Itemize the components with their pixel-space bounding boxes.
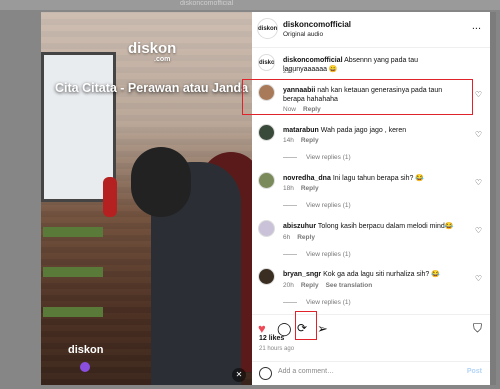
brand-dot-icon [80, 362, 90, 372]
avatar[interactable] [258, 124, 275, 141]
like-comment-icon[interactable]: ♡ [475, 178, 482, 187]
mute-icon[interactable]: ✕ [232, 368, 246, 382]
action-bar: ♥ ◯ ⟳ ➢ ⛉ [252, 314, 490, 342]
likes-count[interactable]: 12 likes [259, 335, 284, 342]
view-replies-button[interactable]: View replies (1) [283, 154, 351, 161]
comment-item: abiszuhur Tolong kasih berpacu dalam mel… [252, 218, 490, 264]
comment-text: novredha_dna Ini lagu tahun berapa sih? … [283, 174, 463, 183]
view-replies-button[interactable]: View replies (1) [283, 251, 351, 258]
comment-body: Wah pada jago jago , keren [320, 127, 407, 134]
comment-time: 14h [283, 137, 294, 144]
comment-text: abiszuhur Tolong kasih berpacu dalam mel… [283, 222, 463, 231]
emoji-icon[interactable] [259, 367, 272, 380]
comment-item: novredha_dna Ini lagu tahun berapa sih? … [252, 170, 490, 214]
comment-body: Kok ga ada lagu siti nurhaliza sih? 😂 [323, 271, 440, 278]
reply-button[interactable]: Reply [301, 282, 319, 289]
reply-button[interactable]: Reply [301, 185, 319, 192]
like-icon[interactable]: ♥ [258, 321, 266, 336]
avatar[interactable] [258, 268, 275, 285]
reply-button[interactable]: Reply [301, 137, 319, 144]
comment-username[interactable]: bryan_sngr [283, 271, 321, 278]
audio-label[interactable]: Original audio [283, 31, 323, 38]
avatar[interactable]: diskon [257, 18, 278, 39]
fire-extinguisher [103, 177, 117, 217]
caption: diskon diskoncomofficial Absennn yang pa… [252, 52, 490, 82]
plant-shelf [43, 307, 103, 317]
comment-time: 6h [283, 234, 291, 241]
like-comment-icon[interactable]: ♡ [475, 226, 482, 235]
comment-text: bryan_sngr Kok ga ada lagu siti nurhaliz… [283, 270, 463, 279]
background-username-peek: diskoncomofficial [180, 0, 234, 7]
like-comment-icon[interactable]: ♡ [475, 90, 482, 99]
scrollbar[interactable] [490, 12, 496, 385]
comment-meta: 20h Reply See translation [283, 282, 379, 289]
post-username[interactable]: diskoncomofficial [283, 20, 351, 29]
highlight-box-repost [295, 311, 317, 340]
video-title-overlay: Cita Citata - Perawan atau Janda [55, 81, 249, 95]
comment-text: diskoncomofficial Absennn yang pada tau … [283, 56, 463, 74]
video-brand-logo: diskon [128, 40, 177, 57]
avatar[interactable]: diskon [258, 54, 275, 71]
comment-meta: 6h Reply [283, 234, 322, 241]
comment-body: Tolong kasih berpacu dalam melodi mind😂 [317, 223, 454, 230]
add-comment-input[interactable]: Add a comment… [278, 368, 334, 375]
comment-username[interactable]: diskoncomofficial [283, 57, 343, 64]
video-brand-sub: .com [154, 56, 171, 63]
comment-meta: 14h Reply [283, 137, 326, 144]
comment-meta: 21h [283, 68, 301, 75]
post-button[interactable]: Post [467, 368, 482, 375]
more-options-icon[interactable]: ... [472, 20, 481, 32]
avatar[interactable] [258, 220, 275, 237]
comment-time: 18h [283, 185, 294, 192]
comment-username[interactable]: novredha_dna [283, 175, 331, 182]
comment-item: matarabun Wah pada jago jago , keren 14h… [252, 122, 490, 166]
comment-text: matarabun Wah pada jago jago , keren [283, 126, 463, 135]
like-comment-icon[interactable]: ♡ [475, 130, 482, 139]
reel-video[interactable]: diskon .com Cita Citata - Perawan atau J… [41, 12, 252, 385]
see-translation-button[interactable]: See translation [326, 282, 373, 289]
post-time: 21 hours ago [259, 346, 295, 352]
share-icon[interactable]: ➢ [317, 321, 328, 337]
plant-shelf [43, 267, 103, 277]
post-header: diskon diskoncomofficial Original audio … [252, 12, 490, 48]
view-replies-button[interactable]: View replies (1) [283, 299, 351, 306]
post-panel: diskon diskoncomofficial Original audio … [252, 12, 490, 385]
highlight-box-comment [242, 79, 473, 115]
like-comment-icon[interactable]: ♡ [475, 274, 482, 283]
comment-time: 20h [283, 282, 294, 289]
avatar[interactable] [258, 172, 275, 189]
comment-time: 21h [283, 68, 294, 75]
comment-item: bryan_sngr Kok ga ada lagu siti nurhaliz… [252, 266, 490, 312]
plant-shelf [43, 227, 103, 237]
comment-body: Ini lagu tahun berapa sih? 😂 [332, 175, 425, 182]
add-comment-bar: Add a comment… Post [252, 361, 490, 385]
comment-username[interactable]: matarabun [283, 127, 319, 134]
person-head [131, 147, 191, 217]
comment-meta: 18h Reply [283, 185, 326, 192]
view-replies-button[interactable]: View replies (1) [283, 202, 351, 209]
save-icon[interactable]: ⛉ [473, 321, 482, 336]
top-strip [0, 0, 500, 10]
video-brand-watermark: diskon [68, 344, 104, 356]
comment-username[interactable]: abiszuhur [283, 223, 316, 230]
reply-button[interactable]: Reply [297, 234, 315, 241]
